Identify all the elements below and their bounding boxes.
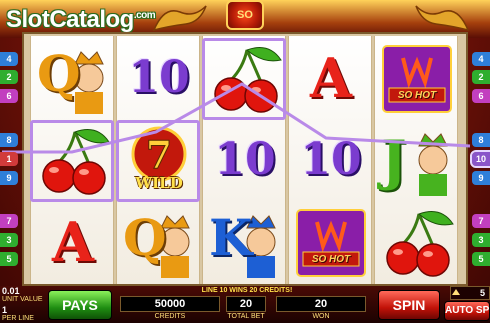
line-tab-right-8[interactable]: 8 <box>472 133 490 147</box>
line-tab-left-7[interactable]: 7 <box>0 214 18 228</box>
pays-button[interactable]: PAYS <box>48 290 112 320</box>
line-tab-left-9[interactable]: 9 <box>0 171 18 185</box>
dragon-right-icon <box>415 5 470 32</box>
line-tab-left-6[interactable]: 6 <box>0 89 18 103</box>
ten-symbol-letter: 10 <box>300 134 362 185</box>
autospin-button[interactable]: AUTO SPIN <box>444 301 490 321</box>
cherries-symbol <box>31 120 115 202</box>
line-tab-right-3[interactable]: 3 <box>472 233 490 247</box>
svg-text:7: 7 <box>146 132 172 177</box>
credits-value: 50000 <box>120 296 220 312</box>
ace-symbol-letter: A <box>310 46 352 110</box>
line-tab-right-4[interactable]: 4 <box>472 52 490 66</box>
won-label: WON <box>312 313 330 320</box>
so-hot-symbol: SO HOT <box>375 38 459 120</box>
king-symbol-letter: K <box>209 208 253 267</box>
reel-5: SO HOT J <box>374 36 458 284</box>
queen-symbol-letter: Q <box>123 208 167 267</box>
win-message: LINE 10 WINS 20 CREDITS! <box>201 287 293 294</box>
line-tab-left-8[interactable]: 8 <box>0 133 18 147</box>
so-hot-symbol: SO HOT <box>289 202 373 284</box>
line-tab-right-2[interactable]: 2 <box>472 70 490 84</box>
reel-3: 10 K <box>202 36 286 284</box>
reel-1: QA <box>30 36 114 284</box>
jack-symbol: J <box>375 120 459 202</box>
reel-2: 10 7 WILD Q <box>116 36 200 284</box>
credits-label: CREDITS <box>154 313 186 320</box>
ace-symbol: A <box>289 38 373 120</box>
reel-4: A 10 SO HOT <box>288 36 372 284</box>
line-tab-right-5[interactable]: 5 <box>472 252 490 266</box>
total-bet-label: TOTAL BET <box>227 313 265 320</box>
cherries-symbol <box>203 38 287 120</box>
line-tab-left-5[interactable]: 5 <box>0 252 18 266</box>
won-value: 20 <box>276 296 366 312</box>
ace-symbol: A <box>31 202 115 284</box>
coin-panel[interactable]: 0.01 UNIT VALUE 1 PER LINE <box>0 286 46 323</box>
line-tab-right-7[interactable]: 7 <box>472 214 490 228</box>
line-tab-left-1[interactable]: 1 <box>0 152 18 166</box>
queen-symbol: Q <box>117 202 201 284</box>
so-hot-label: SO HOT <box>397 90 437 101</box>
game-logo: SO HOT <box>226 0 264 47</box>
ten-symbol-letter: 10 <box>214 134 276 185</box>
queen-symbol: Q <box>31 38 115 120</box>
cherries-symbol <box>375 202 459 284</box>
coin-label: UNIT VALUE <box>2 296 43 303</box>
per-line-value[interactable]: 1 <box>2 305 7 315</box>
king-symbol: K <box>203 202 287 284</box>
ten-symbol-letter: 10 <box>128 52 190 103</box>
autospin-up-arrow-icon[interactable] <box>452 289 460 295</box>
jack-symbol-letter: J <box>381 128 407 192</box>
reels-area: Q A 10 7 WILD Q 10 K A 10 SO HOT SO HOT J <box>22 32 468 286</box>
so-hot-label: SO HOT <box>311 254 351 265</box>
line-tab-right-10[interactable]: 10 <box>470 150 490 168</box>
line-tab-right-9[interactable]: 9 <box>472 171 490 185</box>
dragon-left-icon <box>152 5 207 32</box>
queen-symbol-letter: Q <box>37 44 81 103</box>
spin-button[interactable]: SPIN <box>378 290 440 320</box>
watermark-logo: SlotCatalog.com <box>6 6 156 34</box>
total-bet-value: 20 <box>226 296 266 312</box>
wild-symbol: 7 WILD <box>117 120 201 202</box>
ten-symbol: 10 <box>117 38 201 120</box>
line-tab-right-6[interactable]: 6 <box>472 89 490 103</box>
watermark-suffix: .com <box>133 10 156 21</box>
wild-label: WILD <box>135 174 183 192</box>
ten-symbol: 10 <box>289 120 373 202</box>
line-tab-left-4[interactable]: 4 <box>0 52 18 66</box>
per-line-label: PER LINE <box>2 315 34 322</box>
ace-symbol-letter: A <box>52 210 94 274</box>
coin-value[interactable]: 0.01 <box>2 286 20 296</box>
watermark-name: SlotCatalog <box>6 6 134 33</box>
line-tab-left-2[interactable]: 2 <box>0 70 18 84</box>
line-tab-left-3[interactable]: 3 <box>0 233 18 247</box>
ten-symbol: 10 <box>203 120 287 202</box>
